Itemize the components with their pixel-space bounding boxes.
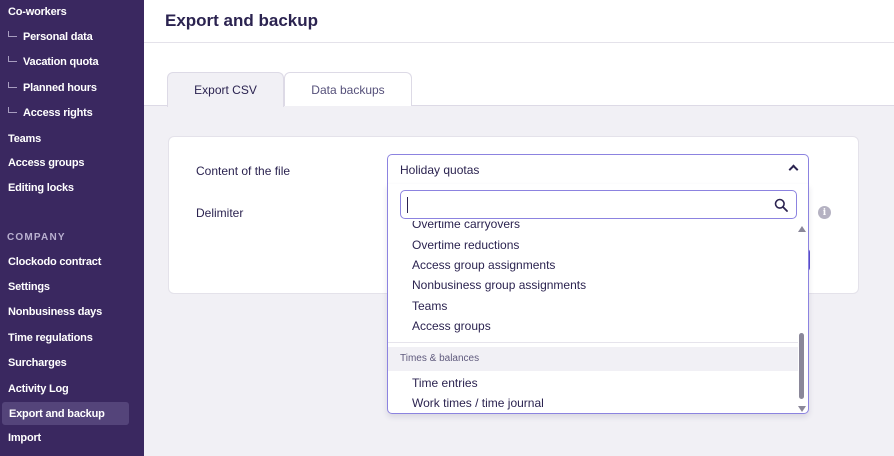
- sidebar-item-editing-locks[interactable]: Editing locks: [8, 178, 74, 198]
- sidebar-item-label: Teams: [8, 133, 42, 145]
- option-group-label: Times & balances: [400, 353, 480, 364]
- sidebar-item-activity-log[interactable]: Activity Log: [8, 379, 69, 399]
- sidebar-item-label: Clockodo contract: [8, 256, 102, 268]
- sidebar-item-nonbusiness-days[interactable]: Nonbusiness days: [8, 302, 102, 322]
- sidebar-item-time-regulations[interactable]: Time regulations: [8, 328, 93, 348]
- sidebar-item-planned-hours[interactable]: Planned hours: [8, 78, 97, 98]
- dropdown-scrollbar[interactable]: [797, 226, 806, 412]
- sidebar-item-label: Planned hours: [23, 82, 97, 94]
- chevron-up-icon: [788, 164, 799, 175]
- delimiter-label: Delimiter: [196, 206, 244, 220]
- sidebar-item-teams[interactable]: Teams: [8, 129, 41, 149]
- sidebar-item-label: Export and backup: [9, 407, 105, 420]
- sidebar: Co-workers Personal data Vacation quota …: [0, 0, 144, 456]
- sidebar-section-company: COMPANY: [7, 232, 66, 243]
- tab-export-csv[interactable]: Export CSV: [167, 72, 284, 107]
- search-icon: [774, 198, 788, 212]
- sidebar-item-settings[interactable]: Settings: [8, 277, 50, 297]
- sidebar-item-label: Import: [8, 432, 42, 444]
- branch-icon: [8, 82, 17, 88]
- option-teams[interactable]: Teams: [412, 299, 447, 313]
- option-work-times-time-journal[interactable]: Work times / time journal: [412, 396, 544, 410]
- tabs-bar: Export CSV Data backups: [144, 43, 894, 107]
- option-time-entries[interactable]: Time entries: [412, 376, 478, 390]
- scroll-down-arrow-icon[interactable]: [798, 406, 806, 412]
- sidebar-item-label: Access groups: [8, 157, 85, 169]
- dropdown-search-input[interactable]: [407, 195, 767, 215]
- sidebar-item-label: Access rights: [23, 107, 93, 119]
- sidebar-item-label: Time regulations: [8, 332, 93, 344]
- sidebar-item-vacation-quota[interactable]: Vacation quota: [8, 52, 99, 72]
- branch-icon: [8, 31, 17, 37]
- group-divider: [388, 342, 798, 343]
- content-select[interactable]: Holiday quotas: [387, 154, 809, 184]
- sidebar-item-label: Vacation quota: [23, 56, 99, 68]
- dropdown-search[interactable]: [400, 190, 797, 219]
- content-select-value: Holiday quotas: [400, 163, 480, 177]
- sidebar-item-label: Activity Log: [8, 383, 69, 395]
- sidebar-item-surcharges[interactable]: Surcharges: [8, 353, 67, 373]
- text-caret: [407, 197, 408, 213]
- option-overtime-reductions[interactable]: Overtime reductions: [412, 238, 519, 252]
- sidebar-item-label: Co-workers: [8, 6, 67, 18]
- sidebar-item-import[interactable]: Import: [8, 428, 41, 448]
- option-access-groups[interactable]: Access groups: [412, 319, 491, 333]
- sidebar-item-label: Surcharges: [8, 357, 67, 369]
- sidebar-item-access-groups[interactable]: Access groups: [8, 153, 84, 173]
- sidebar-item-co-workers[interactable]: Co-workers: [8, 2, 67, 22]
- option-list: Overtime carryovers Overtime reductions …: [388, 221, 798, 413]
- option-group-times-balances: Times & balances: [388, 347, 798, 371]
- tab-data-backups[interactable]: Data backups: [284, 72, 412, 106]
- option-nonbusiness-group-assignments[interactable]: Nonbusiness group assignments: [412, 278, 586, 292]
- sidebar-item-personal-data[interactable]: Personal data: [8, 27, 93, 47]
- sidebar-item-label: Personal data: [23, 31, 93, 43]
- branch-icon: [8, 56, 17, 62]
- branch-icon: [8, 107, 17, 113]
- sidebar-item-export-and-backup[interactable]: Export and backup: [2, 402, 129, 425]
- option-overtime-carryovers[interactable]: Overtime carryovers: [412, 221, 520, 231]
- page-title: Export and backup: [165, 11, 319, 30]
- info-icon[interactable]: i: [818, 206, 831, 219]
- content-select-dropdown: Overtime carryovers Overtime reductions …: [387, 184, 809, 414]
- scrollbar-thumb[interactable]: [799, 333, 804, 399]
- option-access-group-assignments[interactable]: Access group assignments: [412, 258, 555, 272]
- sidebar-item-access-rights[interactable]: Access rights: [8, 103, 93, 123]
- content-of-file-label: Content of the file: [196, 164, 291, 178]
- sidebar-item-label: Nonbusiness days: [8, 306, 102, 318]
- sidebar-item-clockodo-contract[interactable]: Clockodo contract: [8, 252, 101, 272]
- page-header: Export and backup: [144, 0, 894, 43]
- scroll-up-arrow-icon[interactable]: [798, 226, 806, 232]
- sidebar-item-label: Settings: [8, 281, 50, 293]
- sidebar-item-label: Editing locks: [8, 182, 74, 194]
